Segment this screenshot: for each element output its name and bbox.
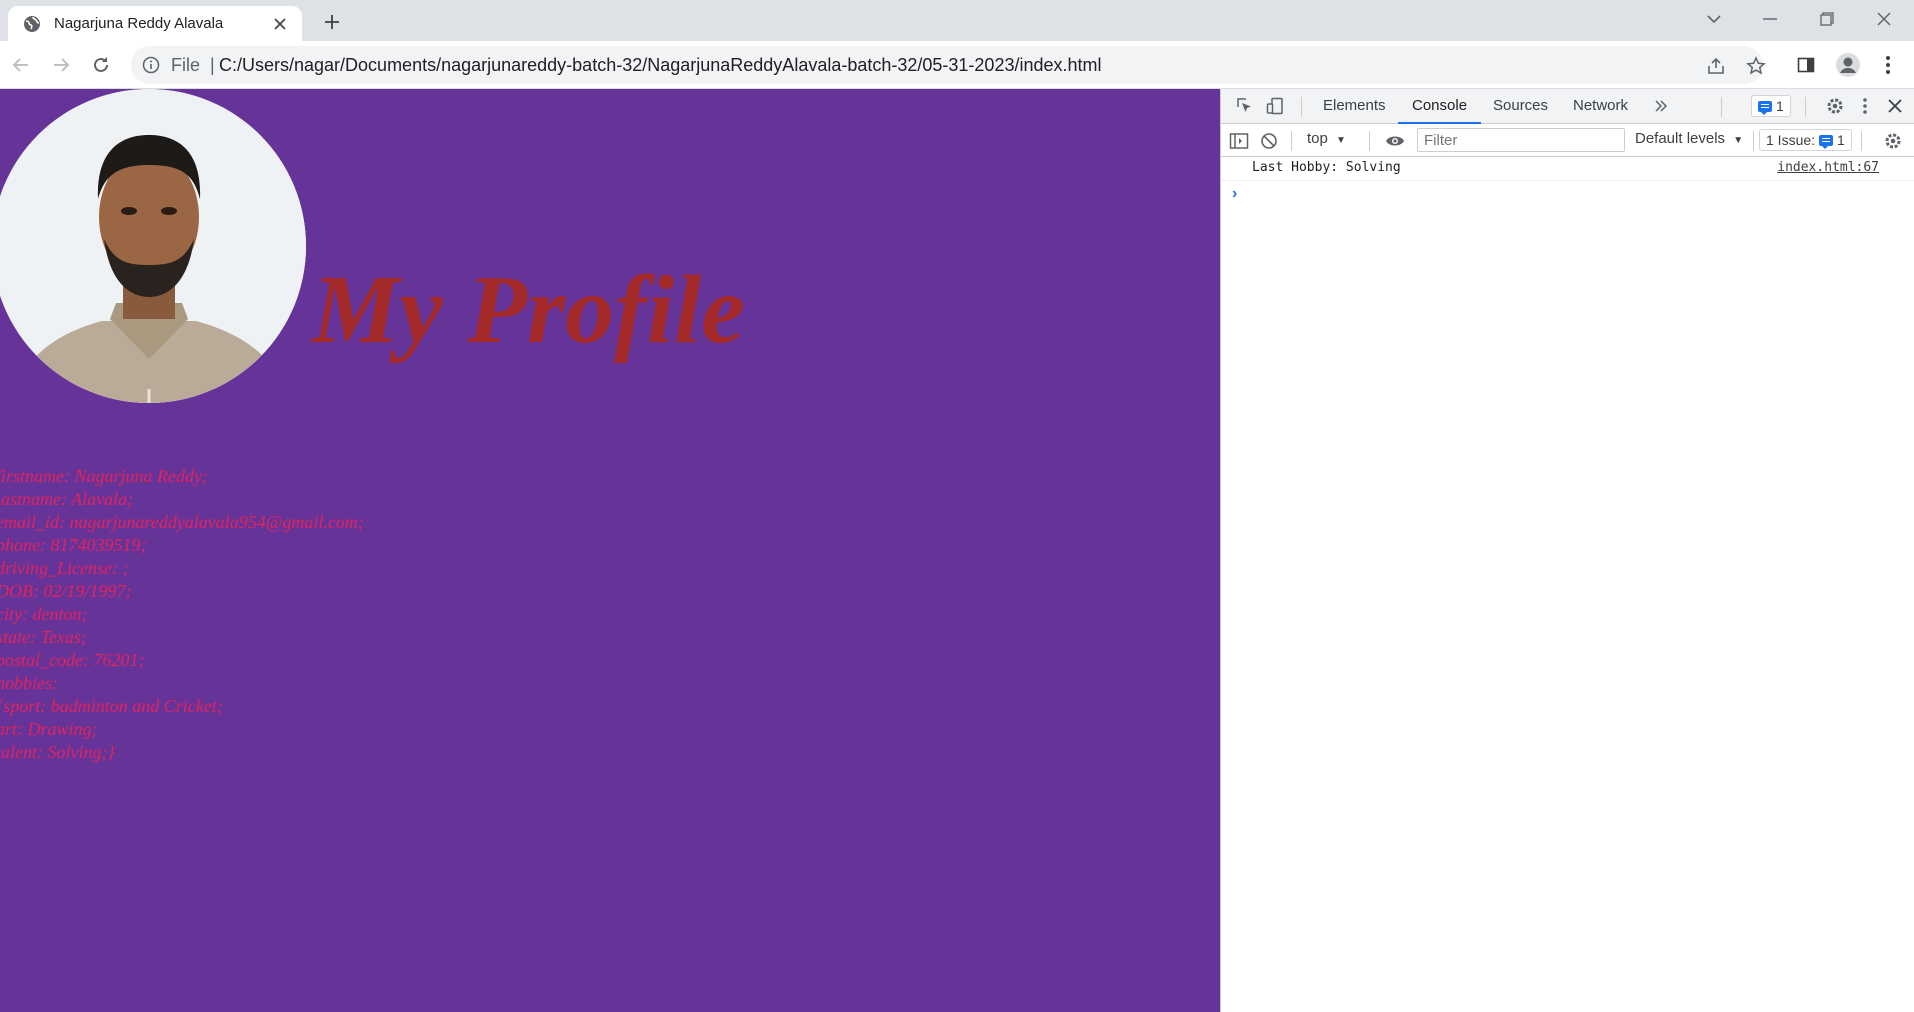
page-heading: My Profile: [312, 256, 745, 364]
dropdown-triangle-icon: ▼: [1336, 135, 1346, 146]
bookmark-star-icon[interactable]: [1745, 55, 1767, 77]
browser-menu-icon[interactable]: [1874, 51, 1902, 79]
console-toolbar: top ▼ Default levels ▼ 1 Issue: 1: [1221, 124, 1914, 157]
url-text[interactable]: C:/Users/nagar/Documents/nagarjunareddy-…: [219, 55, 1102, 76]
context-select[interactable]: top ▼: [1307, 130, 1346, 147]
tab-console[interactable]: Console: [1397, 89, 1482, 124]
profile-avatar-icon[interactable]: [1834, 51, 1862, 79]
inspect-element-icon[interactable]: [1233, 94, 1257, 118]
site-info-icon[interactable]: [141, 55, 161, 75]
side-panel-icon[interactable]: [1792, 51, 1820, 79]
devtools-tab-bar: Elements Console Sources Network 1: [1221, 89, 1914, 124]
browser-toolbar: File | C:/Users/nagar/Documents/nagarjun…: [0, 41, 1914, 89]
tab-strip: Nagarjuna Reddy Alavala: [0, 0, 1914, 41]
scheme-label: File: [171, 55, 201, 75]
info-line: driving_License: ;: [0, 558, 129, 578]
scheme-separator: |: [210, 55, 215, 75]
page-viewport: My Profile firstname: Nagarjuna Reddy; l…: [0, 89, 1220, 1012]
info-line: hobbies:: [0, 673, 58, 693]
console-log-entry: Last Hobby: Solving index.html:67: [1221, 157, 1914, 181]
profile-photo: [0, 89, 306, 403]
tab-network[interactable]: Network: [1571, 89, 1630, 123]
info-line: email_id: nagarjunareddyalavala954@gmail…: [0, 512, 364, 532]
info-line: DOB: 02/19/1997;: [0, 581, 132, 601]
info-line: city: denton;: [0, 604, 88, 624]
devtools-panel: Elements Console Sources Network 1 top ▼…: [1220, 89, 1914, 1012]
console-prompt-chevron-icon[interactable]: ›: [1232, 185, 1237, 203]
close-tab-icon[interactable]: [270, 14, 290, 34]
info-line: {sport: badminton and Cricket;: [0, 696, 223, 716]
browser-tab[interactable]: Nagarjuna Reddy Alavala: [8, 6, 302, 41]
forward-arrow-icon[interactable]: [47, 51, 75, 79]
log-message: Last Hobby: Solving: [1252, 160, 1401, 175]
info-line: lastname: Alavala;: [0, 489, 134, 509]
console-settings-gear-icon[interactable]: [1881, 129, 1905, 153]
globe-icon: [22, 14, 42, 34]
share-icon[interactable]: [1705, 55, 1727, 77]
tab-title: Nagarjuna Reddy Alavala: [54, 15, 224, 32]
restore-icon[interactable]: [1800, 0, 1854, 38]
close-devtools-icon[interactable]: [1883, 94, 1907, 118]
devtools-menu-icon[interactable]: [1853, 94, 1877, 118]
tab-search-icon[interactable]: [1687, 0, 1741, 38]
log-levels-select[interactable]: Default levels ▼: [1635, 130, 1743, 147]
log-source-link[interactable]: index.html:67: [1777, 160, 1879, 175]
close-window-icon[interactable]: [1857, 0, 1911, 38]
tab-elements[interactable]: Elements: [1321, 89, 1388, 123]
info-line: state: Texas;: [0, 627, 87, 647]
info-line: art: Drawing;: [0, 719, 98, 739]
info-line: postal_code: 76201;: [0, 650, 145, 670]
message-icon: [1758, 100, 1772, 115]
issues-badge[interactable]: 1 Issue: 1: [1759, 129, 1852, 151]
console-sidebar-icon[interactable]: [1227, 129, 1251, 153]
clear-console-icon[interactable]: [1257, 129, 1281, 153]
message-icon: [1819, 134, 1834, 149]
minimize-icon[interactable]: [1743, 0, 1797, 38]
back-arrow-icon[interactable]: [7, 51, 35, 79]
info-line: talent: Solving;}: [0, 742, 115, 762]
device-toolbar-icon[interactable]: [1263, 94, 1287, 118]
address-bar[interactable]: File | C:/Users/nagar/Documents/nagarjun…: [131, 46, 1766, 84]
more-tabs-chevron-icon[interactable]: [1649, 94, 1673, 118]
tab-sources[interactable]: Sources: [1491, 89, 1550, 123]
info-line: phone: 8174039519;: [0, 535, 147, 555]
info-line: firstname: Nagarjuna Reddy;: [0, 466, 208, 486]
dropdown-triangle-icon: ▼: [1733, 135, 1744, 146]
new-tab-icon[interactable]: [318, 8, 346, 36]
console-filter-input[interactable]: [1417, 128, 1625, 152]
eye-icon[interactable]: [1383, 129, 1407, 153]
profile-info-list: firstname: Nagarjuna Reddy; lastname: Al…: [0, 465, 364, 764]
reload-icon[interactable]: [87, 51, 115, 79]
messages-badge[interactable]: 1: [1751, 95, 1791, 117]
settings-gear-icon[interactable]: [1823, 94, 1847, 118]
